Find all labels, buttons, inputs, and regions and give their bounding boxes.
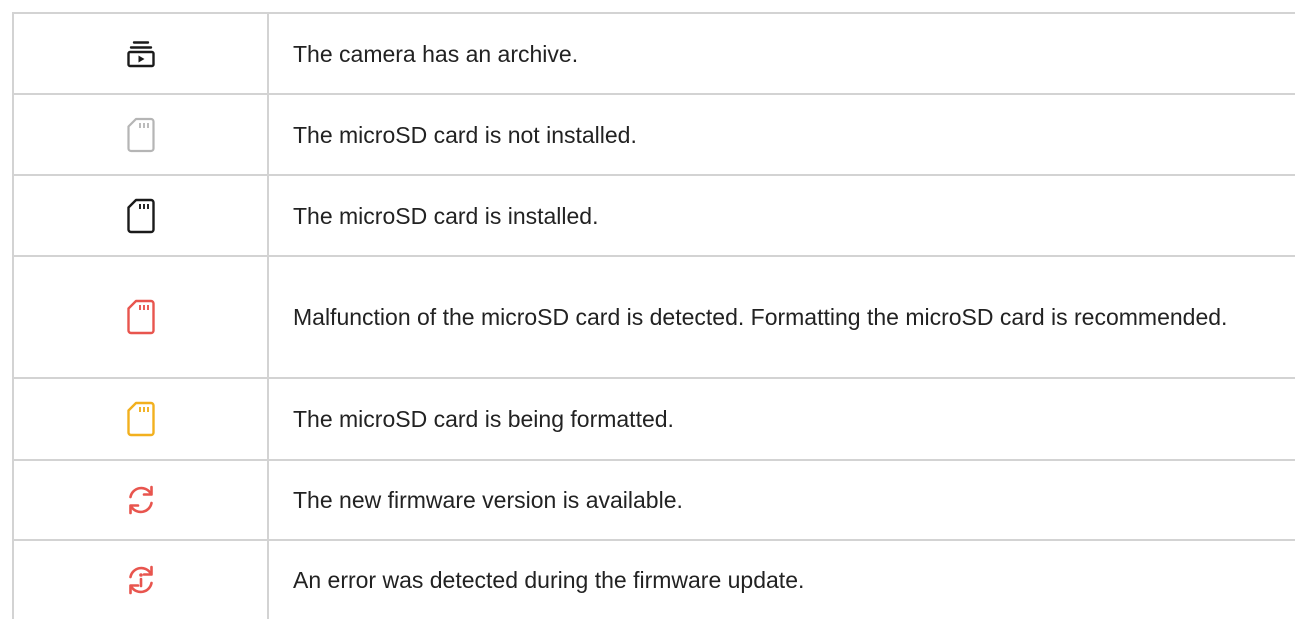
icon-cell xyxy=(14,95,269,174)
description-cell: The microSD card is not installed. xyxy=(269,95,1295,174)
description-cell: Malfunction of the microSD card is detec… xyxy=(269,257,1295,377)
icon-cell xyxy=(14,14,269,93)
row-text: The microSD card is installed. xyxy=(293,202,599,229)
row-text: The new firmware version is available. xyxy=(293,487,683,513)
table-row: The microSD card is being formatted. xyxy=(14,379,1295,461)
description-cell: The camera has an archive. xyxy=(269,14,1295,93)
description-cell: The microSD card is being formatted. xyxy=(269,379,1295,459)
archive-icon xyxy=(126,40,155,67)
table-row: The new firmware version is available. xyxy=(14,461,1295,541)
sd-card-not-installed-icon xyxy=(126,117,155,152)
icon-cell xyxy=(14,461,269,539)
description-cell: The microSD card is installed. xyxy=(269,176,1295,255)
icon-cell xyxy=(14,257,269,377)
row-text: The camera has an archive. xyxy=(293,40,579,67)
table-row: The microSD card is installed. xyxy=(14,176,1295,257)
table-row: The microSD card is not installed. xyxy=(14,95,1295,176)
icon-cell xyxy=(14,176,269,255)
description-cell: The new firmware version is available. xyxy=(269,461,1295,539)
firmware-update-icon xyxy=(128,485,153,515)
row-text: The microSD card is not installed. xyxy=(293,121,637,148)
sd-card-formatting-icon xyxy=(126,401,155,437)
firmware-error-icon xyxy=(128,565,153,595)
row-text: The microSD card is being formatted. xyxy=(293,406,674,432)
sd-card-malfunction-icon xyxy=(126,299,155,335)
table-row: Malfunction of the microSD card is detec… xyxy=(14,257,1295,379)
description-cell: An error was detected during the firmwar… xyxy=(269,541,1295,619)
table-row: The camera has an archive. xyxy=(14,14,1295,95)
icon-cell xyxy=(14,379,269,459)
table-row: An error was detected during the firmwar… xyxy=(14,541,1295,619)
row-text: An error was detected during the firmwar… xyxy=(293,567,805,593)
sd-card-installed-icon xyxy=(126,198,155,233)
row-text: Malfunction of the microSD card is detec… xyxy=(293,304,1228,330)
icon-cell xyxy=(14,541,269,619)
status-icons-table: The camera has an archive. The microSD c… xyxy=(12,12,1295,619)
